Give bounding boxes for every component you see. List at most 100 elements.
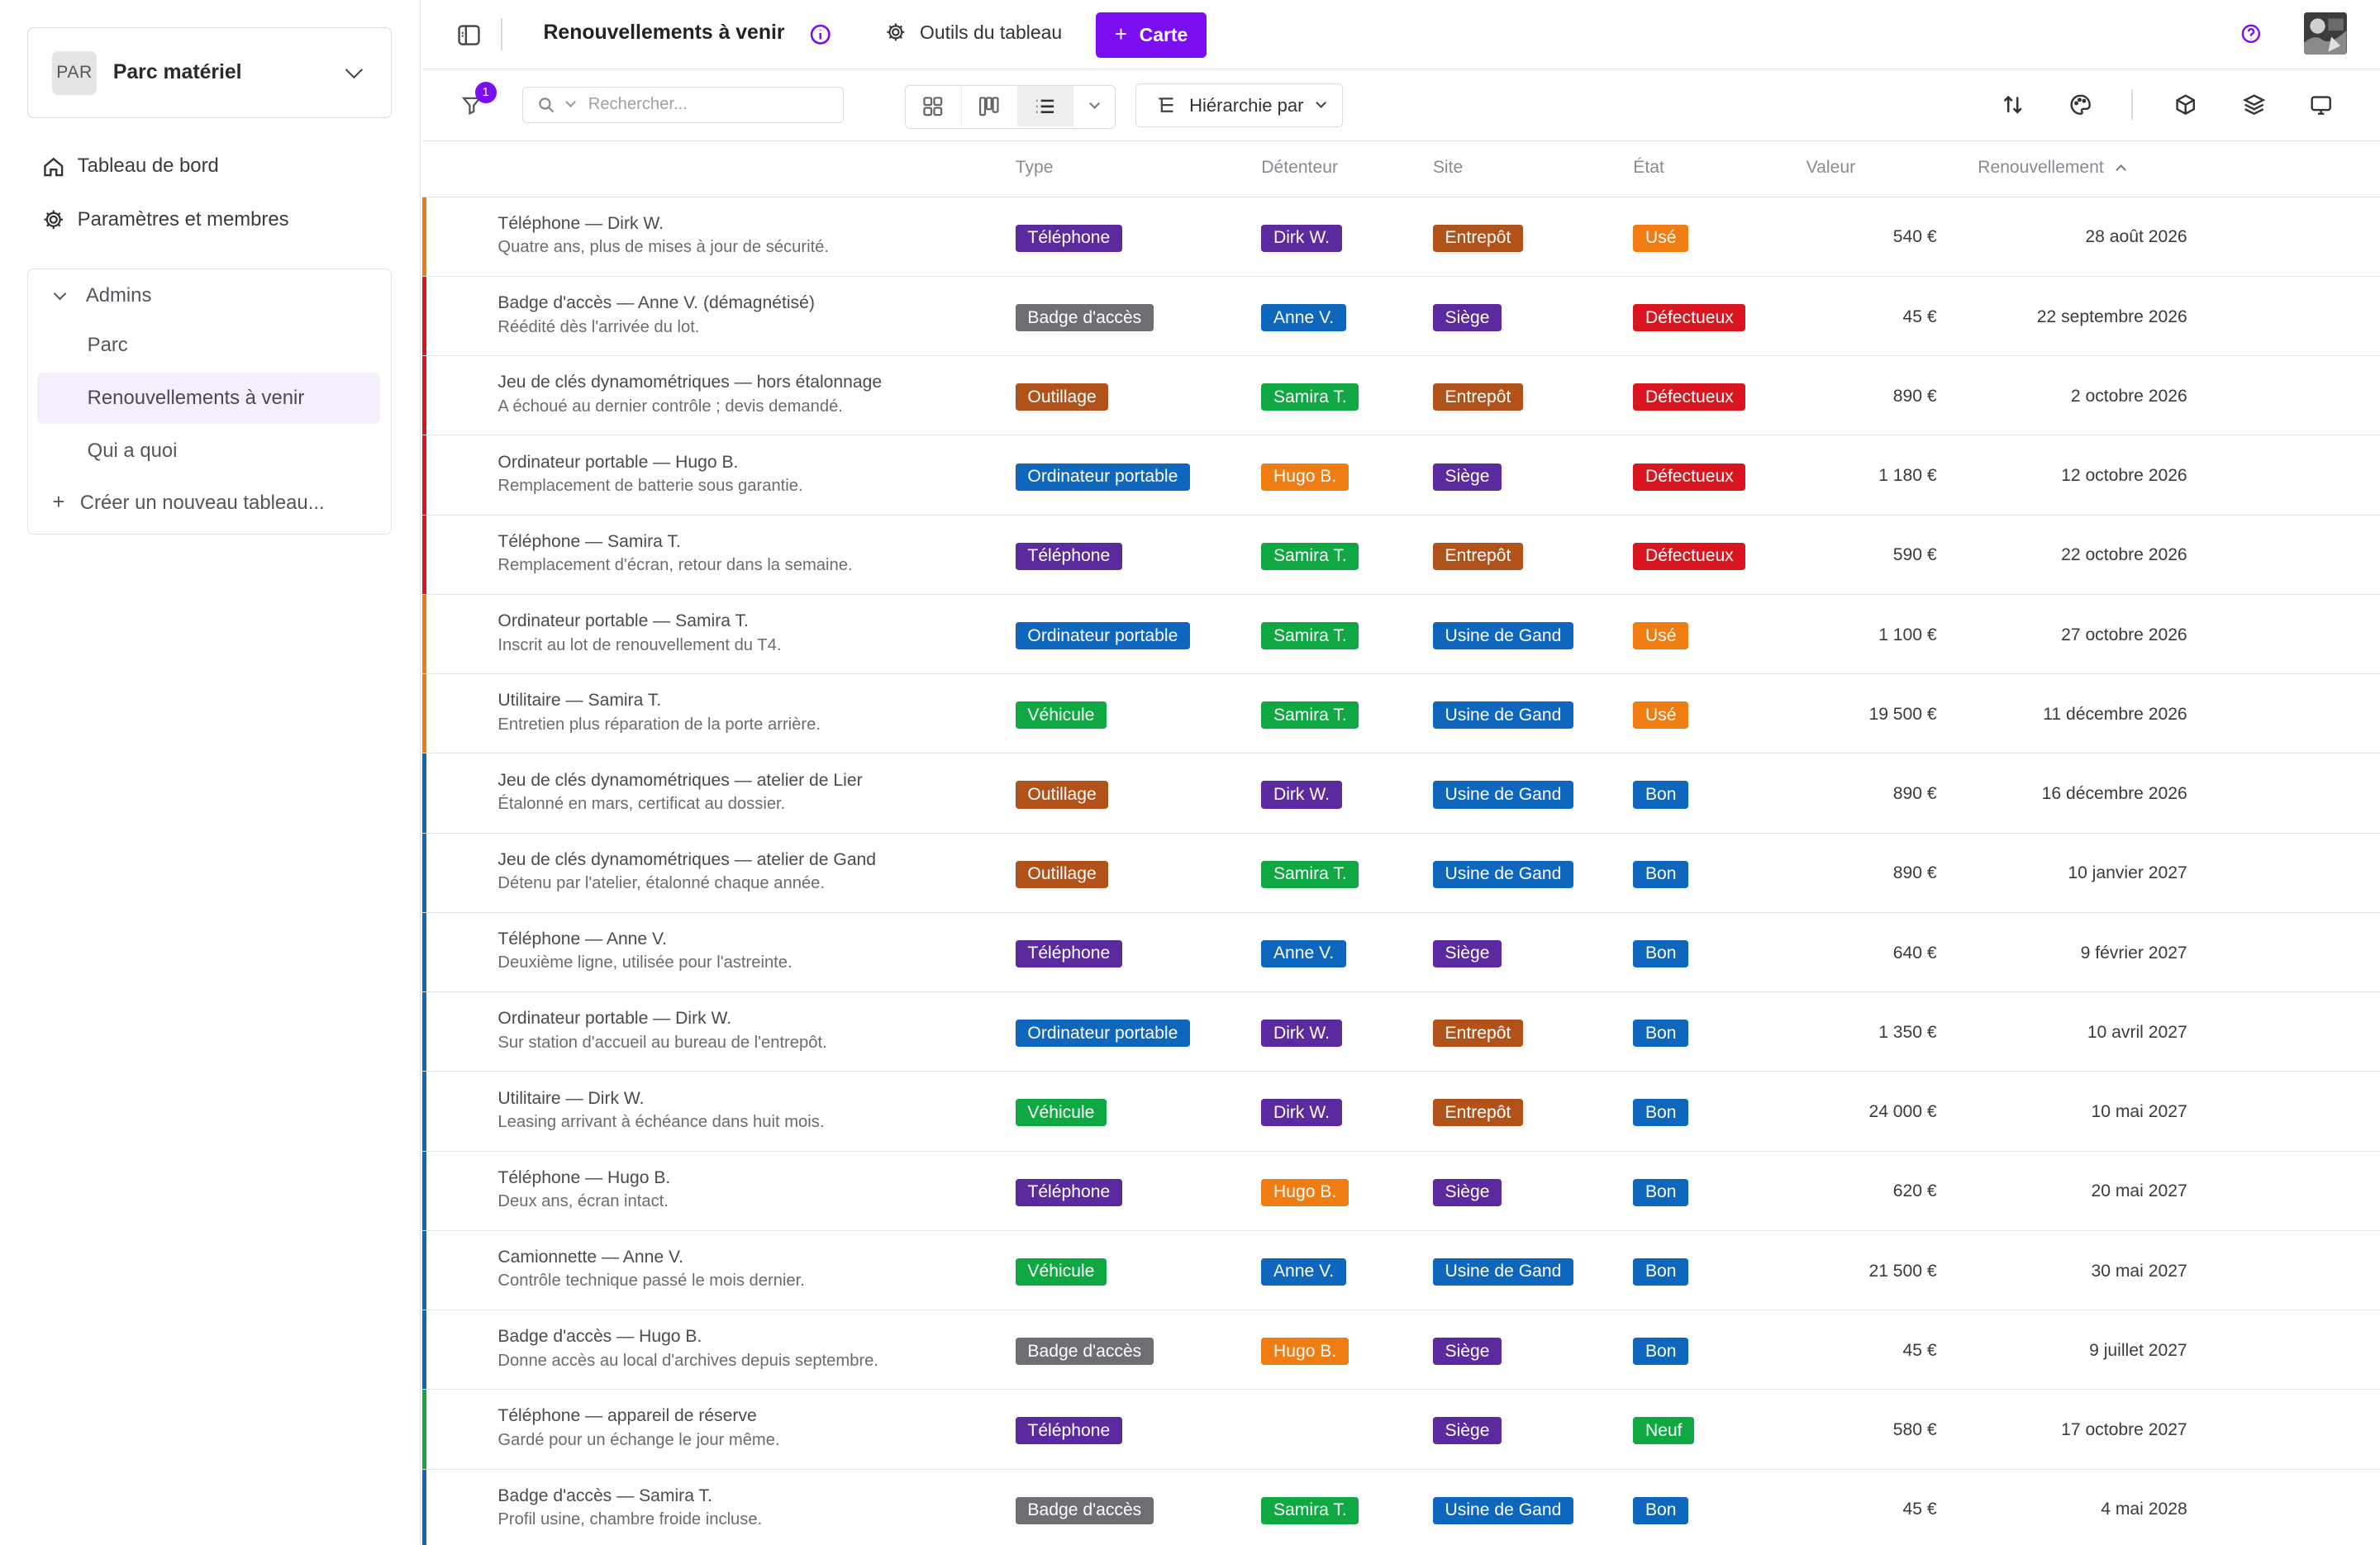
owner-tag[interactable]: Hugo B.: [1261, 1338, 1349, 1366]
site-tag[interactable]: Siège: [1432, 304, 1502, 332]
table-row[interactable]: Jeu de clés dynamométriques — hors étalo…: [421, 356, 2380, 436]
column-state[interactable]: État: [1633, 158, 1664, 178]
site-tag[interactable]: Siège: [1432, 1338, 1502, 1366]
hierarchy-button[interactable]: Hiérarchie par: [1135, 83, 1344, 128]
owner-tag[interactable]: Samira T.: [1261, 542, 1359, 570]
view-grid-button[interactable]: [906, 85, 962, 127]
table-row[interactable]: Téléphone — Anne V. Deuxième ligne, utili…: [421, 912, 2380, 993]
owner-tag[interactable]: Samira T.: [1261, 860, 1359, 888]
owner-tag[interactable]: Samira T.: [1261, 1496, 1359, 1524]
type-tag[interactable]: Outillage: [1015, 781, 1109, 809]
table-row[interactable]: Ordinateur portable — Hugo B. Remplacemen…: [421, 435, 2380, 516]
state-tag[interactable]: Défectueux: [1633, 463, 1746, 491]
monitor-icon[interactable]: [2309, 93, 2333, 116]
view-kanban-button[interactable]: [962, 85, 1018, 127]
view-more-button[interactable]: [1073, 86, 1115, 127]
type-tag[interactable]: Badge d'accès: [1015, 304, 1154, 332]
state-tag[interactable]: Bon: [1633, 1257, 1689, 1286]
state-tag[interactable]: Bon: [1633, 781, 1689, 809]
column-owner[interactable]: Détenteur: [1261, 158, 1338, 178]
nav-dashboard[interactable]: Tableau de bord: [42, 154, 219, 178]
site-tag[interactable]: Entrepôt: [1432, 224, 1524, 252]
type-tag[interactable]: Ordinateur portable: [1015, 1020, 1190, 1048]
type-tag[interactable]: Téléphone: [1015, 542, 1122, 570]
owner-tag[interactable]: Samira T.: [1261, 701, 1359, 730]
type-tag[interactable]: Téléphone: [1015, 1417, 1122, 1445]
cube-icon[interactable]: [2173, 93, 2197, 116]
site-tag[interactable]: Siège: [1432, 939, 1502, 967]
state-tag[interactable]: Bon: [1633, 1020, 1689, 1048]
table-row[interactable]: Téléphone — Dirk W. Quatre ans, plus de m…: [421, 197, 2380, 277]
site-tag[interactable]: Entrepôt: [1432, 1020, 1524, 1048]
palette-icon[interactable]: [2068, 93, 2092, 116]
site-tag[interactable]: Siège: [1432, 463, 1502, 491]
type-tag[interactable]: Badge d'accès: [1015, 1496, 1154, 1524]
owner-tag[interactable]: Dirk W.: [1261, 1020, 1342, 1048]
column-site[interactable]: Site: [1433, 158, 1463, 178]
nav-settings[interactable]: Paramètres et membres: [42, 208, 289, 231]
type-tag[interactable]: Outillage: [1015, 860, 1109, 888]
owner-tag[interactable]: Hugo B.: [1261, 1178, 1349, 1206]
layers-icon[interactable]: [2242, 93, 2266, 116]
state-tag[interactable]: Usé: [1633, 701, 1689, 730]
state-tag[interactable]: Défectueux: [1633, 383, 1746, 411]
table-row[interactable]: Jeu de clés dynamométriques — atelier de…: [421, 833, 2380, 913]
site-tag[interactable]: Usine de Gand: [1432, 860, 1574, 888]
board-item-qui-a-quoi[interactable]: Qui a quoi: [37, 425, 380, 477]
owner-tag[interactable]: Dirk W.: [1261, 1099, 1342, 1127]
site-tag[interactable]: Siège: [1432, 1178, 1502, 1206]
owner-tag[interactable]: Hugo B.: [1261, 463, 1349, 491]
owner-tag[interactable]: Anne V.: [1261, 304, 1346, 332]
site-tag[interactable]: Entrepôt: [1432, 383, 1524, 411]
add-card-button[interactable]: + Carte: [1096, 12, 1207, 58]
create-board-button[interactable]: + Créer un nouveau tableau...: [52, 491, 324, 515]
sort-icon[interactable]: [2001, 93, 2025, 116]
type-tag[interactable]: Ordinateur portable: [1015, 621, 1190, 650]
state-tag[interactable]: Bon: [1633, 1178, 1689, 1206]
board-item-renouvellements[interactable]: Renouvellements à venir: [37, 372, 381, 425]
table-row[interactable]: Ordinateur portable — Samira T. Inscrit a…: [421, 594, 2380, 675]
owner-tag[interactable]: Dirk W.: [1261, 781, 1342, 809]
state-tag[interactable]: Usé: [1633, 224, 1689, 252]
owner-tag[interactable]: Anne V.: [1261, 1257, 1346, 1286]
type-tag[interactable]: Véhicule: [1015, 1099, 1107, 1127]
column-type[interactable]: Type: [1016, 158, 1054, 178]
table-row[interactable]: Utilitaire — Samira T. Entretien plus rép…: [421, 674, 2380, 754]
board-tools-button[interactable]: Outils du tableau: [885, 21, 1062, 44]
table-row[interactable]: Badge d'accès — Anne V. (démagnétisé) Réé…: [421, 277, 2380, 357]
owner-tag[interactable]: Anne V.: [1261, 939, 1346, 967]
table-row[interactable]: Jeu de clés dynamométriques — atelier de…: [421, 753, 2380, 834]
state-tag[interactable]: Bon: [1633, 939, 1689, 967]
search-input[interactable]: Rechercher...: [521, 86, 845, 123]
state-tag[interactable]: Défectueux: [1633, 542, 1746, 570]
owner-tag[interactable]: Samira T.: [1261, 621, 1359, 650]
view-list-button[interactable]: [1017, 85, 1074, 127]
state-tag[interactable]: Bon: [1633, 860, 1689, 888]
type-tag[interactable]: Badge d'accès: [1015, 1338, 1154, 1366]
state-tag[interactable]: Bon: [1633, 1338, 1689, 1366]
table-row[interactable]: Camionnette — Anne V. Contrôle technique …: [421, 1230, 2380, 1311]
site-tag[interactable]: Entrepôt: [1432, 1099, 1524, 1127]
column-value[interactable]: Valeur: [1806, 158, 1855, 178]
sidebar-toggle-icon[interactable]: [455, 21, 483, 49]
owner-tag[interactable]: Samira T.: [1261, 383, 1359, 411]
state-tag[interactable]: Bon: [1633, 1099, 1689, 1127]
type-tag[interactable]: Ordinateur portable: [1015, 463, 1190, 491]
table-row[interactable]: Badge d'accès — Hugo B. Donne accès au lo…: [421, 1310, 2380, 1390]
user-avatar[interactable]: [2304, 12, 2347, 55]
board-item-parc[interactable]: Parc: [37, 320, 380, 371]
help-icon[interactable]: [2240, 23, 2262, 45]
state-tag[interactable]: Bon: [1633, 1496, 1689, 1524]
table-row[interactable]: Téléphone — Hugo B. Deux ans, écran intac…: [421, 1151, 2380, 1231]
type-tag[interactable]: Téléphone: [1015, 224, 1122, 252]
state-tag[interactable]: Défectueux: [1633, 304, 1746, 332]
type-tag[interactable]: Véhicule: [1015, 1257, 1107, 1286]
table-row[interactable]: Badge d'accès — Samira T. Profil usine, c…: [421, 1469, 2380, 1545]
owner-tag[interactable]: Dirk W.: [1261, 224, 1342, 252]
group-toggle[interactable]: Admins: [53, 284, 151, 307]
state-tag[interactable]: Neuf: [1633, 1417, 1695, 1445]
workspace-switcher[interactable]: PAR Parc matériel: [27, 27, 392, 119]
state-tag[interactable]: Usé: [1633, 621, 1689, 650]
type-tag[interactable]: Véhicule: [1015, 701, 1107, 730]
table-row[interactable]: Utilitaire — Dirk W. Leasing arrivant à é…: [421, 1072, 2380, 1152]
